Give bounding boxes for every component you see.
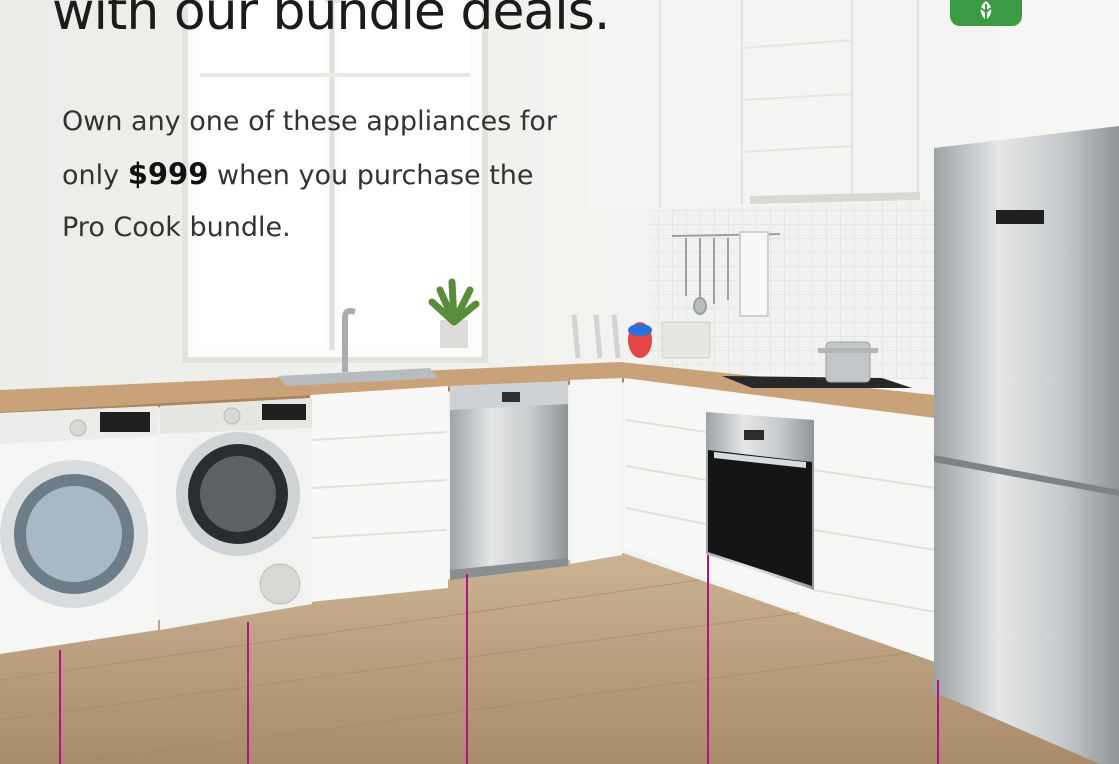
promo-price: $999 bbox=[127, 157, 209, 191]
dryer bbox=[160, 398, 312, 630]
leaf-badge-icon bbox=[980, 1, 992, 20]
promo-line-1: Own any one of these appliances for bbox=[62, 106, 557, 137]
washing-machine bbox=[0, 406, 158, 654]
promo-line-2-end: when you purchase the bbox=[208, 160, 534, 191]
fridge-freezer bbox=[934, 126, 1119, 764]
promo-line-3: Pro Cook bundle. bbox=[62, 212, 291, 243]
leaf-badge bbox=[950, 0, 1022, 26]
headline: with our bundle deals. bbox=[52, 0, 610, 42]
base-cabinets-left bbox=[310, 386, 448, 602]
promo-text: Own any one of these appliances for only… bbox=[62, 96, 602, 254]
base-cabinets-middle bbox=[570, 378, 622, 564]
promo-line-2-start: only bbox=[62, 160, 128, 191]
dishwasher bbox=[450, 381, 568, 580]
